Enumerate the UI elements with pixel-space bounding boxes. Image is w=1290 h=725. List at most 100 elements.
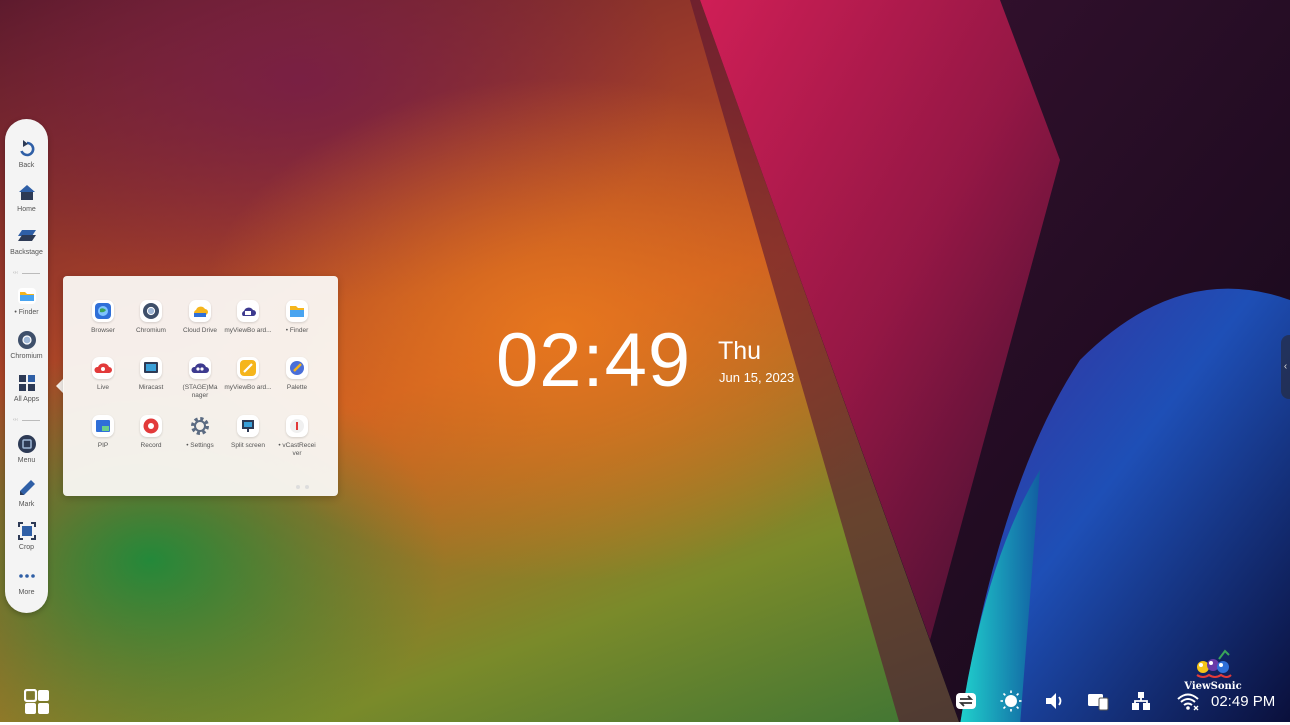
app-label: Palette bbox=[286, 384, 308, 391]
app-label: Live bbox=[97, 384, 109, 391]
app-label: • vCastRecei ver bbox=[278, 442, 316, 457]
chromium-button[interactable]: Chromium bbox=[5, 330, 48, 360]
app-live[interactable]: Live bbox=[79, 357, 127, 392]
clock-time: 02:49 bbox=[496, 318, 692, 403]
chromium-icon bbox=[140, 300, 162, 322]
apps-grid-icon[interactable] bbox=[24, 689, 50, 715]
app-label: Browser bbox=[91, 327, 115, 334]
chromium-icon bbox=[17, 331, 36, 349]
app-label: Record bbox=[140, 442, 162, 449]
volume-button[interactable] bbox=[1043, 690, 1065, 714]
viewsonic-logo-text: ViewSonic bbox=[1184, 681, 1242, 692]
app-label: myViewBo ard... bbox=[224, 384, 272, 391]
folder-icon bbox=[286, 300, 308, 322]
toolbar-separator[interactable]: ‹‹‹ bbox=[13, 417, 40, 423]
pen-icon bbox=[19, 480, 35, 495]
finder-label: • Finder bbox=[14, 309, 39, 316]
app-label: myViewBo ard... bbox=[224, 327, 272, 334]
app-stage-manager[interactable]: (STAGE)Ma nager bbox=[176, 357, 224, 400]
miracast-icon bbox=[140, 357, 162, 379]
pip-icon bbox=[92, 415, 114, 437]
app-chromium[interactable]: Chromium bbox=[127, 300, 175, 335]
split-screen-icon bbox=[237, 415, 259, 437]
app-miracast[interactable]: Miracast bbox=[127, 357, 175, 392]
right-edge-handle[interactable]: ‹ bbox=[1281, 335, 1290, 399]
page-dot[interactable] bbox=[296, 485, 300, 489]
app-myviewboard[interactable]: myViewBo ard... bbox=[224, 300, 272, 335]
switch-button[interactable] bbox=[955, 690, 977, 714]
more-button[interactable]: More bbox=[5, 566, 48, 596]
page-dot[interactable] bbox=[305, 485, 309, 489]
side-toolbar: Back Home Backstage ‹‹‹ • Finder Chromiu… bbox=[5, 119, 48, 613]
brightness-icon bbox=[1000, 690, 1022, 712]
back-label: Back bbox=[18, 162, 35, 169]
wifi-button[interactable] bbox=[1176, 690, 1200, 714]
chromium-label: Chromium bbox=[10, 353, 43, 360]
home-button[interactable]: Home bbox=[5, 183, 48, 213]
menu-button[interactable]: Menu bbox=[5, 434, 48, 464]
vcast-icon bbox=[286, 415, 308, 437]
stage-manager-icon bbox=[189, 357, 211, 379]
page-indicator bbox=[296, 476, 314, 494]
app-record[interactable]: Record bbox=[127, 415, 175, 450]
devices-icon bbox=[1088, 694, 1109, 711]
app-cloud-drive[interactable]: Cloud Drive bbox=[176, 300, 224, 335]
app-palette[interactable]: Palette bbox=[273, 357, 321, 392]
browser-icon bbox=[92, 300, 114, 322]
brightness-button[interactable] bbox=[1000, 690, 1022, 714]
clock-day: Thu bbox=[718, 337, 762, 365]
wifi-icon bbox=[1177, 693, 1199, 711]
settings-gear-icon bbox=[189, 415, 211, 437]
clock-date: Jun 15, 2023 bbox=[719, 370, 795, 385]
myviewboard-yellow-icon bbox=[237, 357, 259, 379]
volume-icon bbox=[1046, 693, 1062, 709]
app-label: Split screen bbox=[231, 442, 265, 449]
menu-label: Menu bbox=[17, 457, 36, 464]
app-label: • Finder bbox=[285, 327, 309, 334]
app-settings[interactable]: • Settings bbox=[176, 415, 224, 450]
crop-button[interactable]: Crop bbox=[5, 521, 48, 551]
grid-icon bbox=[18, 375, 35, 391]
toolbar-separator[interactable]: ‹‹‹ bbox=[13, 270, 40, 276]
crop-icon bbox=[17, 522, 36, 540]
folder-icon bbox=[17, 288, 36, 304]
myviewboard-icon bbox=[237, 300, 259, 322]
backstage-label: Backstage bbox=[10, 249, 43, 256]
app-label: Miracast bbox=[138, 384, 164, 391]
app-myviewboard-2[interactable]: myViewBo ard... bbox=[224, 357, 272, 392]
app-label: Cloud Drive bbox=[183, 327, 217, 334]
cloud-drive-icon bbox=[189, 300, 211, 322]
back-arrow-icon bbox=[19, 140, 34, 157]
taskbar-clock[interactable]: 02:49 PM bbox=[1211, 693, 1275, 710]
record-icon bbox=[140, 415, 162, 437]
all-apps-popup: Browser Chromium Cloud Drive myViewBo ar… bbox=[63, 276, 338, 496]
switch-icon bbox=[956, 693, 976, 709]
app-label: PIP bbox=[97, 442, 109, 449]
network-button[interactable] bbox=[1130, 690, 1152, 714]
mark-button[interactable]: Mark bbox=[5, 478, 48, 508]
all-apps-label: All Apps bbox=[13, 396, 40, 403]
app-browser[interactable]: Browser bbox=[79, 300, 127, 335]
app-split-screen[interactable]: Split screen bbox=[224, 415, 272, 450]
devices-button[interactable] bbox=[1087, 690, 1111, 714]
more-dots-icon bbox=[18, 574, 35, 578]
network-icon bbox=[1132, 692, 1150, 710]
menu-icon bbox=[17, 435, 36, 453]
more-label: More bbox=[18, 589, 35, 596]
all-apps-button[interactable]: All Apps bbox=[5, 373, 48, 403]
app-label: Chromium bbox=[136, 327, 166, 334]
mark-label: Mark bbox=[18, 501, 35, 508]
backstage-icon bbox=[17, 230, 36, 241]
finder-button[interactable]: • Finder bbox=[5, 286, 48, 316]
app-vcast-receiver[interactable]: • vCastRecei ver bbox=[273, 415, 321, 458]
crop-label: Crop bbox=[18, 544, 35, 551]
app-pip[interactable]: PIP bbox=[79, 415, 127, 450]
app-label: • Settings bbox=[186, 442, 214, 449]
home-label: Home bbox=[17, 206, 36, 213]
palette-icon bbox=[286, 357, 308, 379]
backstage-button[interactable]: Backstage bbox=[5, 226, 48, 256]
app-label: (STAGE)Ma nager bbox=[182, 384, 218, 399]
back-button[interactable]: Back bbox=[5, 139, 48, 169]
home-icon bbox=[18, 185, 35, 200]
app-finder[interactable]: • Finder bbox=[273, 300, 321, 335]
